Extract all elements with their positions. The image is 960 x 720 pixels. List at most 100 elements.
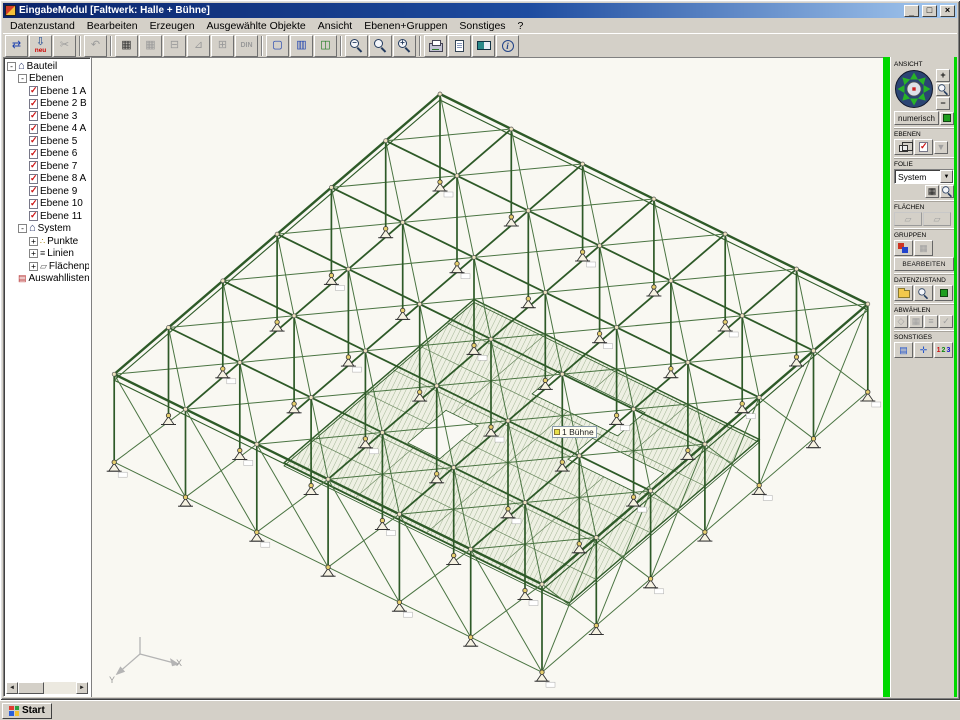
datenzustand-pruefen-button[interactable] [914, 285, 933, 301]
tree-horizontal-scrollbar[interactable]: ◄ ► [6, 682, 88, 694]
tree-item-auswahllisten[interactable]: ▤Auswahllisten [6, 273, 89, 286]
tree-expander[interactable]: - [18, 74, 27, 83]
view-zoom-out-button[interactable]: − [936, 97, 950, 110]
gruppen-raster-button[interactable]: ▦ [914, 240, 933, 256]
desktop: EingabeModul [Faltwerk: Halle + Bühne] _… [0, 0, 960, 720]
tree-item-ebene-6[interactable]: Ebene 6 [6, 148, 89, 161]
flaechen-ausblenden-button[interactable]: ▱ [923, 212, 951, 226]
maximize-button[interactable]: □ [922, 5, 937, 17]
numerisch-button[interactable]: numerisch [894, 111, 939, 125]
view-rotate-compass[interactable] [894, 69, 934, 109]
ausschneiden-button[interactable]: ✂ [53, 35, 76, 57]
abwaehlen-linien-button[interactable]: ≡ [924, 315, 938, 328]
abwaehlen-punkte-button[interactable]: ◇ [894, 315, 908, 328]
zoom-vergroessern-button[interactable]: + [393, 35, 416, 57]
flaechen-anzeigen-button[interactable]: ▱ [894, 212, 922, 226]
folie-select[interactable]: System ▼ [894, 169, 954, 184]
zoom-verkleinern-button[interactable]: − [345, 35, 368, 57]
abwaehlen-alle-button[interactable]: ✓ [939, 315, 953, 328]
tree-item-label: Ebene 4 A [40, 123, 86, 134]
tree-expander[interactable]: - [7, 62, 16, 71]
tree-item-ebene-10[interactable]: Ebene 10 [6, 198, 89, 211]
sonstiges-plan-button[interactable]: ▤ [894, 342, 913, 358]
toolbar-separator [419, 36, 421, 56]
grid-icon: ▦ [928, 187, 937, 196]
folie-zoom-button[interactable] [940, 185, 954, 198]
datenzustand-ordner-button[interactable] [894, 285, 913, 301]
bearbeiten-button[interactable]: BEARBEITEN [894, 257, 954, 271]
tree-item-ebene-7[interactable]: Ebene 7 [6, 160, 89, 173]
view-zoom-window-button[interactable] [936, 83, 950, 96]
tree-item-ebene-4[interactable]: Ebene 4 A [6, 123, 89, 136]
model-canvas[interactable]: 1 Bühne X Y [91, 57, 883, 697]
neu-button[interactable]: ⇩neu [29, 35, 52, 57]
zoom-fenster-icon [374, 39, 387, 52]
close-button[interactable]: × [940, 5, 955, 17]
raster-button[interactable]: ▦ [115, 35, 138, 57]
menu-datenzustand[interactable]: Datenzustand [4, 19, 81, 33]
seitenansicht-button[interactable] [448, 35, 471, 57]
scroll-track[interactable] [18, 682, 76, 694]
datenzustand-uebernehmen-button[interactable]: ⇄ [5, 35, 28, 57]
minimize-button[interactable]: _ [904, 5, 919, 17]
sonstiges-zeiger-button[interactable]: ✛ [914, 342, 933, 358]
client-area: -⌂Bauteil-EbenenEbene 1 AEbene 2 BEbene … [3, 57, 957, 697]
folie-raster-button[interactable]: ▦ [925, 185, 939, 198]
scroll-right-button[interactable]: ► [76, 682, 88, 694]
tree-item-system[interactable]: -⌂System [6, 223, 89, 236]
hoehenlage-button[interactable]: ⊟ [163, 35, 186, 57]
menu-ebenen-gruppen[interactable]: Ebenen+Gruppen [358, 19, 453, 33]
tree-item-ebenen[interactable]: -Ebenen [6, 73, 89, 86]
raster-aus-button[interactable]: ▦ [139, 35, 162, 57]
toolbar-separator [79, 36, 81, 56]
neigung-button[interactable]: ⊿ [187, 35, 210, 57]
tree-item-ebene-9[interactable]: Ebene 9 [6, 185, 89, 198]
chevron-down-icon: ▼ [937, 143, 946, 152]
scroll-thumb[interactable] [18, 682, 44, 694]
tree-item-linien[interactable]: +≡Linien [6, 248, 89, 261]
menu-ansicht[interactable]: Ansicht [312, 19, 358, 33]
tree-expander[interactable]: + [29, 262, 38, 271]
info-button[interactable]: i [496, 35, 519, 57]
tree-item-ebene-8[interactable]: Ebene 8 A [6, 173, 89, 186]
din-button[interactable]: DIN [235, 35, 258, 57]
fenster-ansicht-button[interactable]: ▥ [290, 35, 313, 57]
start-button[interactable]: Start [2, 703, 52, 719]
tree-item-punkte[interactable]: +∴Punkte [6, 235, 89, 248]
menu-sonstiges[interactable]: Sonstiges [453, 19, 511, 33]
ebenen-liste-button[interactable] [914, 139, 933, 155]
menu-ausgewählte-objekte[interactable]: Ausgewählte Objekte [201, 19, 312, 33]
view-zoom-in-button[interactable]: + [936, 69, 950, 82]
sonstiges-nummern-button[interactable]: 123 [934, 342, 953, 358]
tree-expander[interactable]: + [29, 249, 38, 258]
handbuch-button[interactable] [472, 35, 495, 57]
parallelogram-icon: ▱ [905, 215, 912, 224]
tree-item-ebene-2[interactable]: Ebene 2 B [6, 98, 89, 111]
fenster-folie-button[interactable]: ◫ [314, 35, 337, 57]
drucken-button[interactable] [424, 35, 447, 57]
menu-hilfe[interactable]: ? [512, 19, 530, 33]
datenzustand-uebernehmen-button[interactable] [934, 285, 953, 301]
tree-item-ebene-1[interactable]: Ebene 1 A [6, 85, 89, 98]
tree-expander[interactable]: + [29, 237, 38, 246]
view-apply-button[interactable] [940, 112, 954, 125]
tree-item-ebene-3[interactable]: Ebene 3 [6, 110, 89, 123]
zoom-fenster-button[interactable] [369, 35, 392, 57]
menu-erzeugen[interactable]: Erzeugen [144, 19, 201, 33]
raster-bearbeiten-button[interactable]: ⊞ [211, 35, 234, 57]
ebenen-mehr-button[interactable]: ▼ [934, 141, 948, 154]
tree-item-ebene-11[interactable]: Ebene 11 [6, 210, 89, 223]
scroll-left-button[interactable]: ◄ [6, 682, 18, 694]
rueckgaengig-button[interactable]: ↶ [84, 35, 107, 57]
tree-item-bauteil[interactable]: -⌂Bauteil [6, 60, 89, 73]
fenster-system-button[interactable]: ▢ [266, 35, 289, 57]
tree-item-ebene-5[interactable]: Ebene 5 [6, 135, 89, 148]
combo-dropdown-icon[interactable]: ▼ [940, 170, 953, 183]
tree-item-flaechenpositionen[interactable]: +▱Flächenp [6, 260, 89, 273]
app-icon[interactable] [5, 5, 16, 16]
abwaehlen-raster-button[interactable]: ▦ [909, 315, 923, 328]
ebenen-3d-button[interactable] [894, 139, 913, 155]
menu-bearbeiten[interactable]: Bearbeiten [81, 19, 144, 33]
tree-expander[interactable]: - [18, 224, 27, 233]
gruppen-farben-button[interactable] [894, 240, 913, 256]
